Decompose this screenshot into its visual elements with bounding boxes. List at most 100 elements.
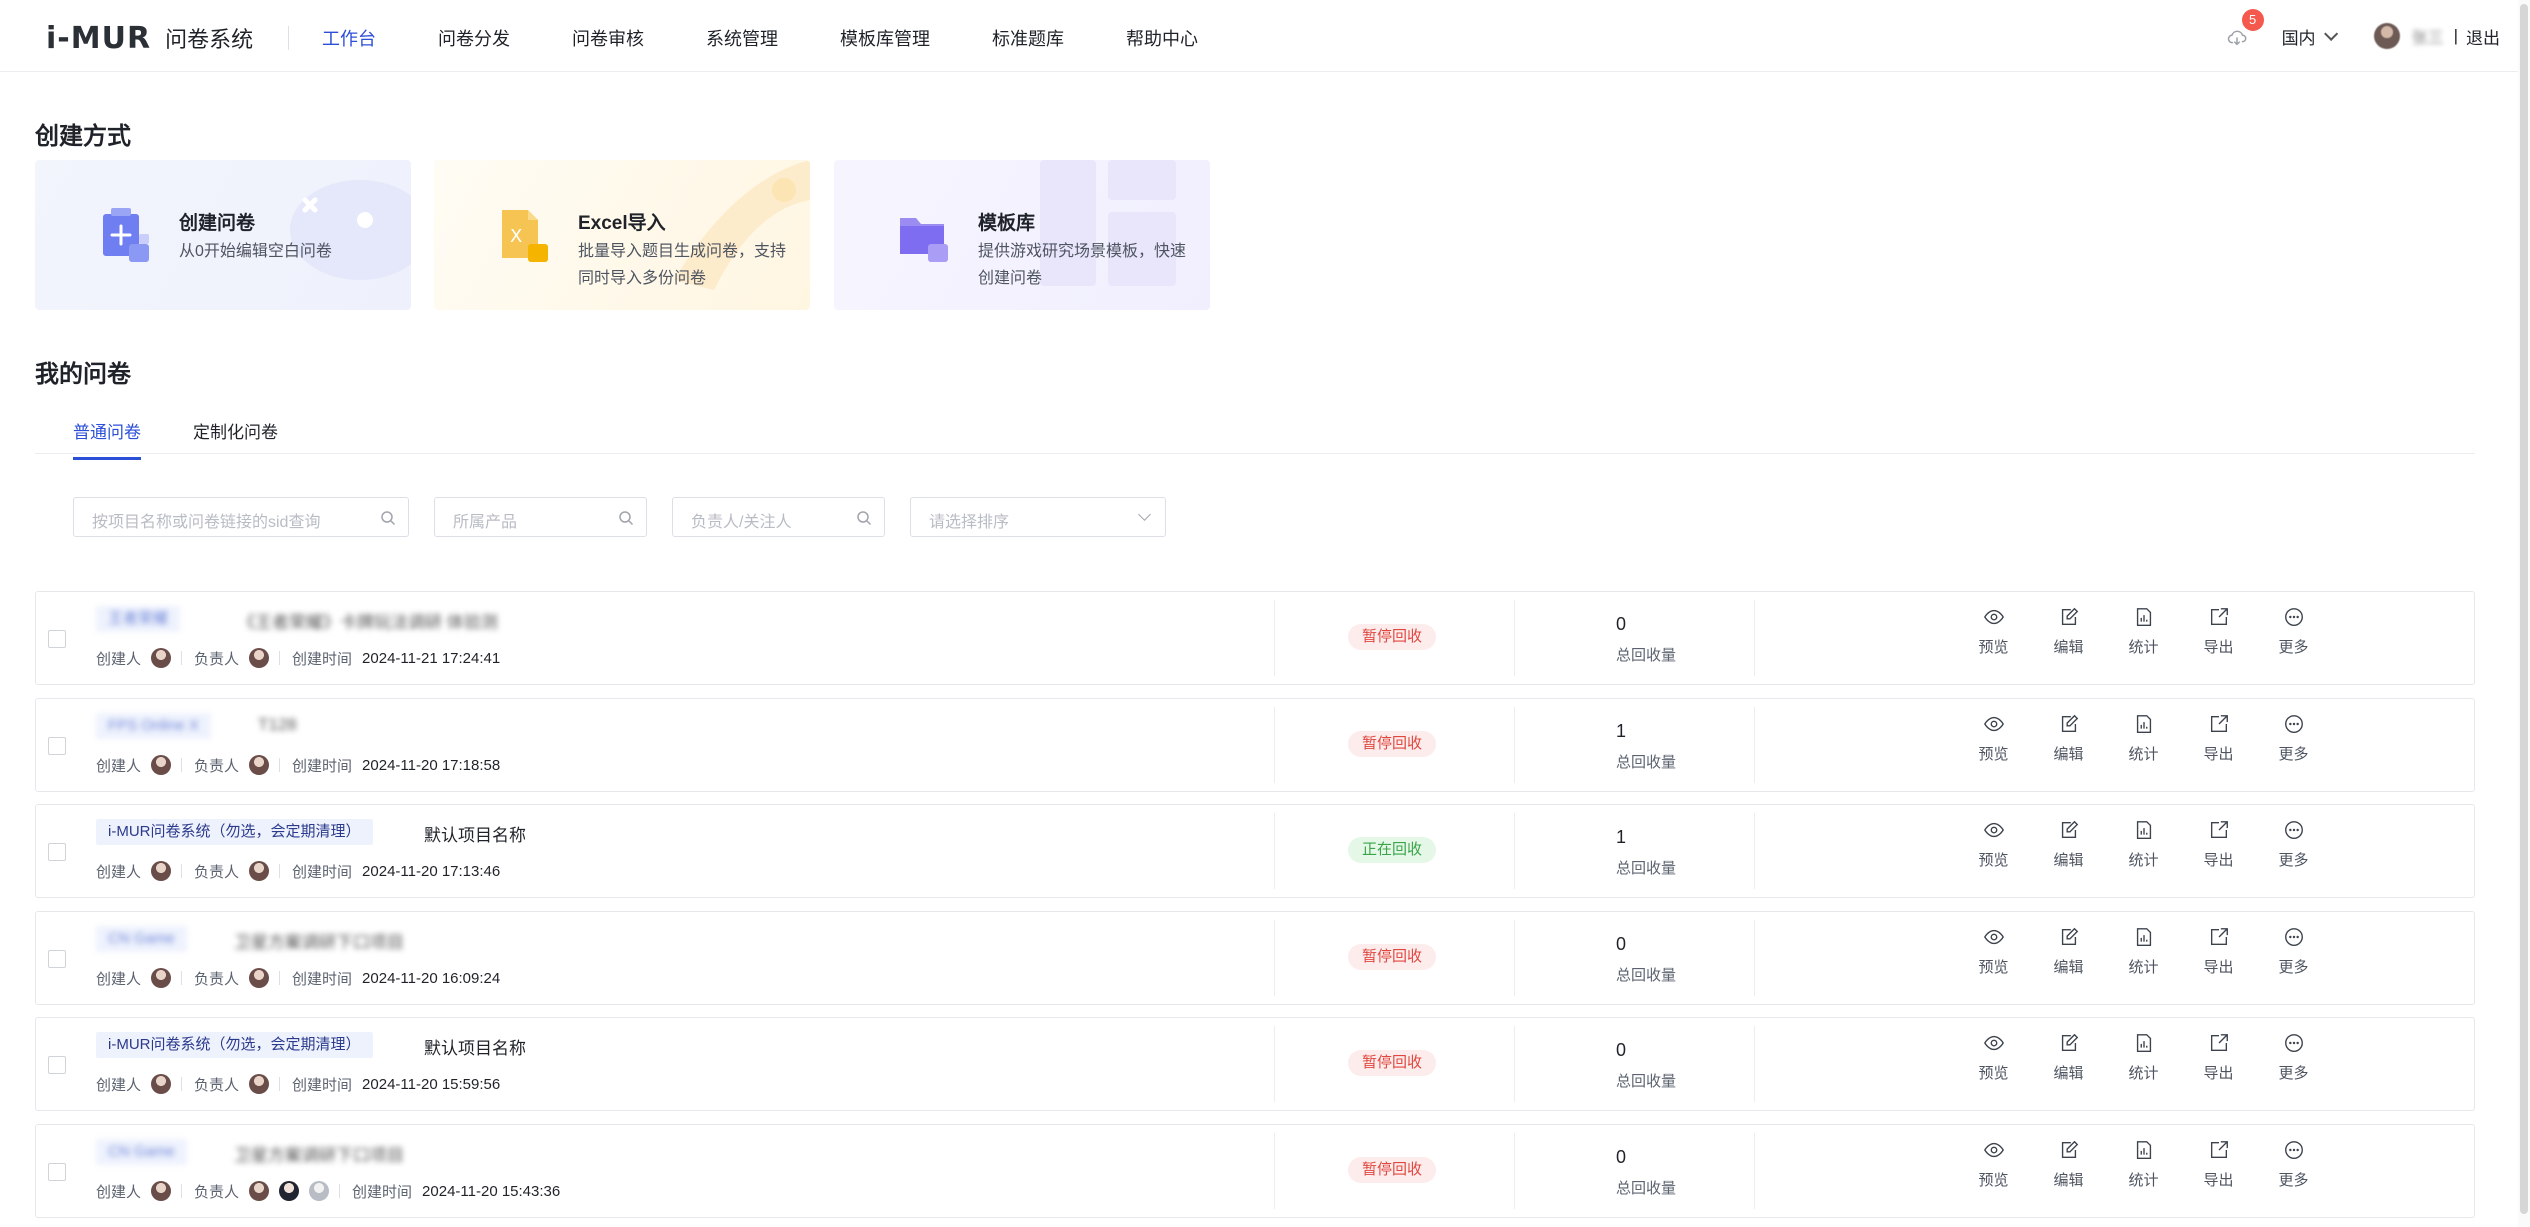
row-checkbox[interactable] — [48, 1056, 66, 1074]
excel-import-card[interactable]: X Excel导入 批量导入题目生成问卷，支持同时导入多份问卷 — [434, 160, 810, 310]
export-button[interactable]: 导出 — [2181, 1139, 2256, 1190]
owner-avatars — [239, 1074, 279, 1094]
row-checkbox[interactable] — [48, 1163, 66, 1181]
survey-row[interactable]: 王者荣耀 《王者荣耀》卡牌玩法调研 体验测 创建人 负责人 创建时间 2024-… — [35, 591, 2475, 685]
project-name[interactable]: 卫星方案调研下口项目 — [234, 1141, 404, 1166]
nav-system[interactable]: 系统管理 — [706, 0, 778, 72]
row-checkbox[interactable] — [48, 737, 66, 755]
column-divider — [1514, 813, 1515, 889]
project-name[interactable]: 卫星方案调研下口项目 — [234, 928, 404, 953]
survey-tabs: 普通问卷 定制化问卷 — [35, 410, 2475, 460]
project-name[interactable]: 默认项目名称 — [424, 1034, 526, 1059]
project-name[interactable]: 默认项目名称 — [424, 821, 526, 846]
response-count: 0 — [1616, 934, 1627, 954]
row-checkbox[interactable] — [48, 843, 66, 861]
export-button[interactable]: 导出 — [2181, 819, 2256, 870]
stats-button[interactable]: 统计 — [2106, 1032, 2181, 1083]
product-filter[interactable]: 所属产品 — [434, 497, 647, 537]
template-library-card[interactable]: 模板库 提供游戏研究场景模板，快速创建问卷 — [834, 160, 1210, 310]
more-button[interactable]: 更多 — [2256, 713, 2331, 764]
project-name[interactable]: 《王者荣耀》卡牌玩法调研 体验测 — [238, 608, 498, 633]
notification-button[interactable]: 5 — [2226, 9, 2264, 49]
row-actions: 预览 编辑 统计 导出 更多 — [1956, 713, 2331, 764]
owner-avatar — [249, 968, 270, 988]
sort-select[interactable]: 请选择排序 — [910, 497, 1166, 537]
nav-question-bank[interactable]: 标准题库 — [992, 0, 1064, 72]
nav-workbench[interactable]: 工作台 — [322, 0, 376, 72]
scrollbar[interactable] — [2518, 0, 2530, 1227]
preview-button[interactable]: 预览 — [1956, 606, 2031, 657]
survey-row[interactable]: CN Game 卫星方案调研下口项目 创建人 负责人 创建时间 2024-11-… — [35, 911, 2475, 1005]
tab-custom[interactable]: 定制化问卷 — [193, 418, 278, 457]
search-input[interactable]: 按项目名称或问卷链接的sid查询 — [73, 497, 409, 537]
action-label: 导出 — [2203, 746, 2234, 763]
created-time-label: 创建时间 — [292, 650, 353, 668]
creator-label: 创建人 — [96, 863, 142, 881]
export-button[interactable]: 导出 — [2181, 713, 2256, 764]
product-tag: i-MUR问卷系统（勿选，会定期清理） — [96, 819, 373, 845]
survey-row[interactable]: FPS Online X T128 创建人 负责人 创建时间 2024-11-2… — [35, 698, 2475, 792]
created-time: 2024-11-21 17:24:41 — [362, 649, 501, 667]
owner-filter[interactable]: 负责人/关注人 — [672, 497, 885, 537]
column-divider — [1274, 600, 1275, 676]
export-button[interactable]: 导出 — [2181, 1032, 2256, 1083]
survey-row[interactable]: i-MUR问卷系统（勿选，会定期清理） 默认项目名称 创建人 负责人 创建时间 … — [35, 1017, 2475, 1111]
preview-button[interactable]: 预览 — [1956, 926, 2031, 977]
preview-button[interactable]: 预览 — [1956, 713, 2031, 764]
more-button[interactable]: 更多 — [2256, 1032, 2331, 1083]
export-button[interactable]: 导出 — [2181, 926, 2256, 977]
more-button[interactable]: 更多 — [2256, 1139, 2331, 1190]
preview-button[interactable]: 预览 — [1956, 1032, 2031, 1083]
stats-button[interactable]: 统计 — [2106, 713, 2181, 764]
tab-normal[interactable]: 普通问卷 — [73, 418, 141, 460]
edit-button[interactable]: 编辑 — [2031, 819, 2106, 870]
stats-button[interactable]: 统计 — [2106, 1139, 2181, 1190]
logo[interactable]: i-MUR 问卷系统 — [46, 20, 253, 56]
more-button[interactable]: 更多 — [2256, 606, 2331, 657]
more-icon — [2284, 821, 2303, 839]
preview-button[interactable]: 预览 — [1956, 1139, 2031, 1190]
stats-button[interactable]: 统计 — [2106, 819, 2181, 870]
create-blank-card[interactable]: 创建问卷 从0开始编辑空白问卷 — [35, 160, 411, 310]
action-label: 导出 — [2203, 1065, 2234, 1082]
action-label: 更多 — [2278, 959, 2309, 976]
preview-button[interactable]: 预览 — [1956, 819, 2031, 870]
nav-template-admin[interactable]: 模板库管理 — [840, 0, 930, 72]
row-checkbox[interactable] — [48, 950, 66, 968]
survey-row[interactable]: i-MUR问卷系统（勿选，会定期清理） 默认项目名称 创建人 负责人 创建时间 … — [35, 804, 2475, 898]
action-label: 编辑 — [2053, 959, 2084, 976]
more-button[interactable]: 更多 — [2256, 819, 2331, 870]
column-divider — [1514, 920, 1515, 996]
stats-button[interactable]: 统计 — [2106, 606, 2181, 657]
row-checkbox[interactable] — [48, 630, 66, 648]
created-time: 2024-11-20 17:13:46 — [362, 862, 501, 880]
nav-review[interactable]: 问卷审核 — [572, 0, 644, 72]
survey-row[interactable]: CN Game 卫星方案调研下口项目 创建人 负责人 创建时间 2024-11-… — [35, 1124, 2475, 1218]
status-badge: 正在回收 — [1348, 837, 1437, 863]
avatar[interactable] — [2373, 23, 2400, 49]
stats-button[interactable]: 统计 — [2106, 926, 2181, 977]
created-time-label: 创建时间 — [292, 863, 353, 881]
scrollbar-thumb[interactable] — [2520, 4, 2528, 1214]
column-divider — [1274, 1133, 1275, 1209]
project-name[interactable]: T128 — [258, 715, 297, 735]
search-icon — [857, 511, 872, 526]
action-label: 更多 — [2278, 1065, 2309, 1082]
header-divider — [288, 26, 289, 50]
edit-button[interactable]: 编辑 — [2031, 1139, 2106, 1190]
more-button[interactable]: 更多 — [2256, 926, 2331, 977]
chart-icon — [2136, 821, 2151, 839]
main-nav: 工作台 问卷分发 问卷审核 系统管理 模板库管理 标准题库 帮助中心 — [322, 0, 1260, 72]
export-button[interactable]: 导出 — [2181, 606, 2256, 657]
action-label: 编辑 — [2053, 1172, 2084, 1189]
logout-link[interactable]: 退出 — [2466, 24, 2500, 49]
edit-button[interactable]: 编辑 — [2031, 926, 2106, 977]
region-select[interactable]: 国内 — [2282, 24, 2338, 49]
edit-button[interactable]: 编辑 — [2031, 713, 2106, 764]
header-right: 5 国内 张三 | 退出 — [2226, 0, 2500, 72]
nav-help[interactable]: 帮助中心 — [1126, 0, 1198, 72]
edit-button[interactable]: 编辑 — [2031, 1032, 2106, 1083]
edit-button[interactable]: 编辑 — [2031, 606, 2106, 657]
nav-distribute[interactable]: 问卷分发 — [438, 0, 510, 72]
chart-icon — [2136, 608, 2151, 626]
